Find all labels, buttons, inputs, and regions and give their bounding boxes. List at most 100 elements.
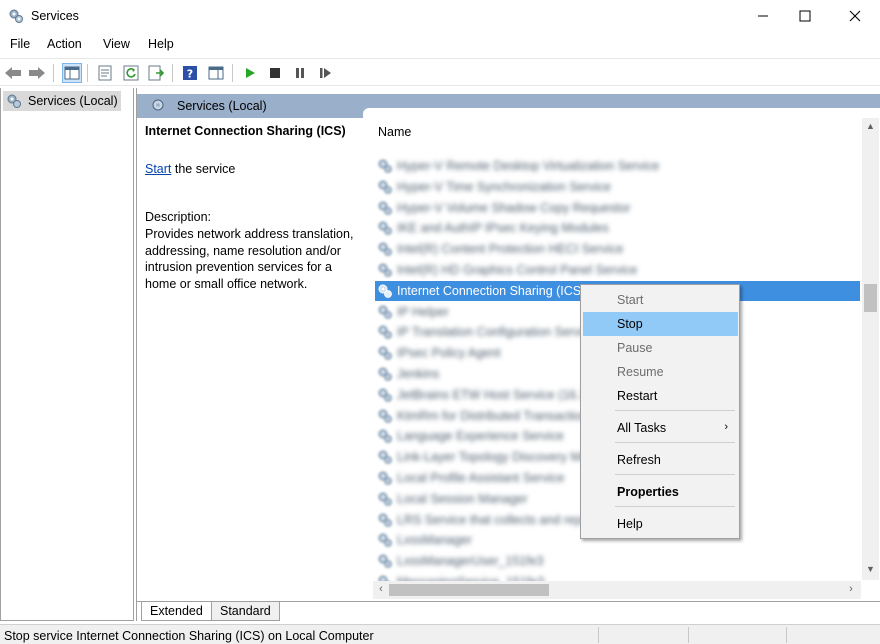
context-menu-item-start[interactable]: Start (583, 288, 738, 312)
service-name-cell: Local Session Manager (397, 491, 528, 506)
restart-service-button[interactable] (315, 63, 335, 83)
scroll-up-icon[interactable]: ▲ (865, 121, 876, 132)
service-gear-icon (378, 346, 392, 361)
export-list-icon (148, 65, 164, 81)
start-service-line: Start the service (145, 162, 235, 176)
service-gear-icon (378, 554, 392, 569)
toolbar-separator (172, 64, 173, 82)
back-arrow-icon (5, 67, 21, 79)
title-bar: Services (0, 0, 880, 32)
service-name-cell: Intel(R) Content Protection HECI Service (397, 242, 624, 257)
service-gear-icon (378, 305, 392, 319)
view-tabs: Extended Standard (137, 601, 880, 621)
service-description-panel: Internet Connection Sharing (ICS) Start … (145, 124, 365, 291)
console-tree-icon (64, 66, 80, 80)
service-name-cell: Hyper-V Volume Shadow Copy Requestor (397, 200, 631, 215)
refresh-button[interactable] (121, 63, 141, 83)
table-row[interactable]: Intel(R) Content Protection HECI Service (375, 239, 860, 259)
details-pane: Services (Local) Internet Connection Sha… (136, 88, 880, 621)
close-button[interactable] (832, 0, 878, 32)
menu-view[interactable]: View (103, 37, 130, 51)
show-hide-console-tree-button[interactable] (62, 63, 82, 83)
stop-service-button[interactable] (265, 63, 285, 83)
toolbar: ? (0, 58, 880, 86)
play-icon (246, 68, 255, 78)
context-menu-separator (615, 474, 735, 475)
context-menu-item-resume[interactable]: Resume (583, 360, 738, 384)
service-gear-icon (378, 159, 392, 173)
context-menu-item-pause[interactable]: Pause (583, 336, 738, 360)
tab-extended[interactable]: Extended (141, 602, 212, 621)
vertical-scroll-thumb[interactable] (864, 284, 877, 312)
toolbar-separator (232, 64, 233, 82)
column-header-name[interactable]: Name (378, 125, 411, 139)
back-button[interactable] (3, 63, 23, 83)
scroll-down-icon[interactable]: ▼ (865, 564, 876, 575)
menu-bar: File Action View Help (0, 34, 880, 56)
minimize-icon (758, 15, 768, 17)
context-menu: Start Stop Pause Resume Restart All Tasks › Ref… (580, 284, 740, 539)
start-service-button[interactable] (240, 63, 260, 83)
table-row[interactable]: IKE and AuthIP IPsec Keying Modules (375, 218, 860, 238)
table-row[interactable]: Hyper-V Time Synchronization Service (375, 177, 860, 197)
scroll-right-icon[interactable]: › (845, 583, 857, 595)
pause-service-button[interactable] (290, 63, 310, 83)
table-row[interactable]: Hyper-V Volume Shadow Copy Requestor (375, 198, 860, 218)
service-name-cell: IP Translation Configuration Service (397, 325, 597, 340)
menu-file[interactable]: File (10, 37, 30, 51)
status-divider (786, 627, 787, 643)
horizontal-scroll-thumb[interactable] (389, 584, 549, 596)
service-gear-icon (378, 429, 392, 444)
tree-item-label: Services (Local) (28, 94, 118, 108)
context-menu-item-properties[interactable]: Properties (583, 480, 738, 504)
start-service-suffix: the service (171, 162, 236, 176)
context-menu-item-label: Pause (617, 341, 653, 355)
toolbar-separator (53, 64, 54, 82)
service-gear-icon (378, 533, 392, 548)
service-name-cell: Hyper-V Remote Desktop Virtualization Se… (397, 159, 660, 173)
horizontal-scrollbar[interactable]: ‹ › (373, 581, 861, 599)
minimize-button[interactable] (740, 0, 786, 32)
action-pane-icon (208, 66, 224, 80)
start-service-link[interactable]: Start (145, 162, 171, 176)
service-gear-icon (378, 492, 392, 506)
tree-item-services-local[interactable]: Services (Local) (3, 91, 121, 111)
context-menu-item-label: Start (617, 293, 644, 307)
vertical-scrollbar[interactable]: ▲ ▼ (862, 118, 879, 580)
description-label: Description: (145, 210, 211, 224)
context-menu-item-restart[interactable]: Restart (583, 384, 738, 408)
window-title: Services (31, 9, 79, 23)
properties-sheet-icon (98, 65, 112, 81)
context-menu-item-refresh[interactable]: Refresh (583, 448, 738, 472)
menu-action[interactable]: Action (47, 37, 82, 51)
service-name-cell: IKE and AuthIP IPsec Keying Modules (397, 221, 609, 236)
table-row[interactable]: LxssManagerUser_151fe3 (375, 551, 860, 571)
context-menu-item-stop[interactable]: Stop (583, 312, 738, 336)
context-menu-item-help[interactable]: Help (583, 512, 738, 536)
status-divider (688, 627, 689, 643)
forward-button[interactable] (27, 63, 47, 83)
table-row[interactable]: Hyper-V Remote Desktop Virtualization Se… (375, 156, 860, 176)
service-name-cell: LxssManager (397, 533, 473, 548)
service-gear-icon (378, 409, 392, 423)
properties-button[interactable] (95, 63, 115, 83)
service-gear-icon (378, 180, 392, 194)
service-name-cell: Intel(R) HD Graphics Control Panel Servi… (397, 263, 638, 277)
scroll-left-icon[interactable]: ‹ (375, 583, 387, 595)
menu-help[interactable]: Help (148, 37, 174, 51)
tab-standard[interactable]: Standard (211, 602, 280, 621)
service-name-cell: LxssManagerUser_151fe3 (397, 554, 544, 569)
table-row[interactable]: Intel(R) HD Graphics Control Panel Servi… (375, 260, 860, 280)
service-gear-icon (378, 450, 392, 465)
maximize-button[interactable] (782, 0, 828, 32)
context-menu-separator (615, 442, 735, 443)
service-name-cell: IPsec Policy Agent (397, 346, 501, 361)
context-menu-item-all-tasks[interactable]: All Tasks › (583, 416, 738, 440)
export-list-button[interactable] (146, 63, 166, 83)
show-action-pane-button[interactable] (206, 63, 226, 83)
status-text: Stop service Internet Connection Sharing… (4, 629, 374, 643)
refresh-icon (123, 65, 139, 81)
pane-header-title: Services (Local) (177, 99, 267, 113)
help-button[interactable]: ? (180, 63, 200, 83)
service-gear-icon (378, 325, 392, 340)
